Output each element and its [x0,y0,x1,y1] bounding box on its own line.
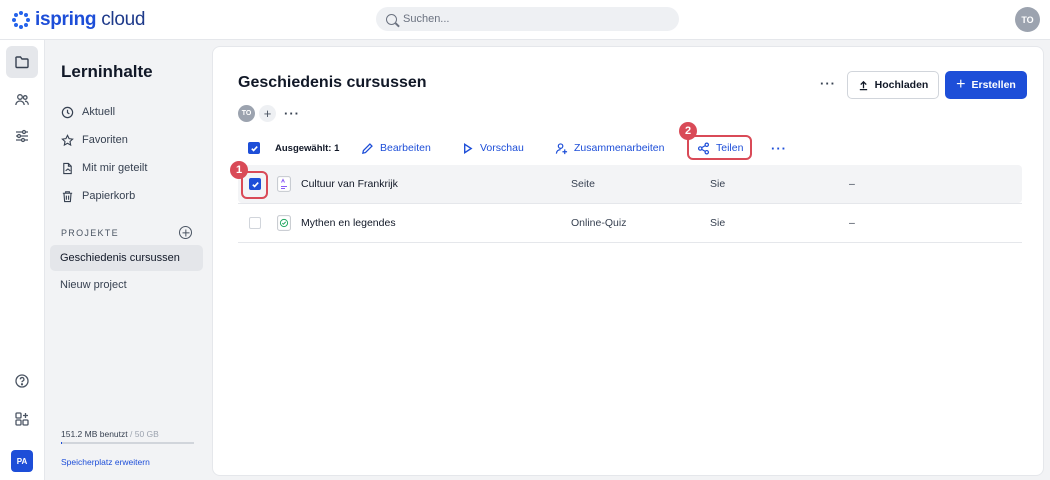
step-2-highlight [687,135,752,160]
row-type: Online-Quiz [571,217,627,229]
shared-file-icon [63,162,72,174]
row-modified: – [849,178,855,190]
projects-header: PROJEKTE [61,226,192,239]
row-name[interactable]: Cultuur van Frankrijk [301,178,398,190]
pencil-icon [362,142,373,154]
preview-button[interactable]: Vorschau [461,135,524,161]
logo-mark-icon [12,11,30,29]
page-title: Geschiedenis cursussen [238,74,427,91]
create-button[interactable]: + Erstellen [945,71,1027,99]
star-icon [61,133,74,146]
project-item-geschiedenis[interactable]: Geschiedenis cursussen [50,245,203,271]
storage-bar [61,442,194,444]
row-owner: Sie [710,217,726,229]
header-more-icon[interactable]: ··· [820,77,836,90]
rail-content-button[interactable] [6,46,38,78]
plus-icon: + [956,76,966,93]
sidebar: Lerninhalte Aktuell Favoriten Mit mir ge… [45,40,212,480]
workspace-avatar[interactable]: PA [11,450,33,472]
sidebar-title: Lerninhalte [61,62,153,81]
member-avatar[interactable]: TO [238,105,255,122]
rail-help-button[interactable] [6,365,38,397]
project-members: TO + ··· [238,105,300,122]
select-all-checkbox[interactable] [248,135,260,161]
sidebar-nav: Aktuell Favoriten Mit mir geteilt Papier… [61,98,201,210]
projects-label: PROJEKTE [61,227,119,238]
folder-icon [15,56,29,69]
checkbox-checked-icon [248,142,260,154]
upgrade-storage-link[interactable]: Speicherplatz erweitern [61,457,150,467]
apps-add-icon [15,412,29,426]
users-icon [15,94,29,106]
left-rail: PA [0,40,45,480]
search-input[interactable] [403,13,663,25]
sidebar-item-label: Mit mir geteilt [82,162,148,174]
sliders-icon [16,129,28,143]
step-2-badge: 2 [679,122,697,140]
toolbar-more-icon[interactable]: ··· [771,135,787,161]
upload-icon [859,80,867,90]
sidebar-item-favorites[interactable]: Favoriten [61,126,201,154]
page-file-icon [277,176,291,192]
edit-button[interactable]: Bearbeiten [361,135,431,161]
rail-users-button[interactable] [6,84,38,116]
row-divider [238,242,1022,243]
rail-apps-button[interactable] [6,403,38,435]
selected-count: Ausgewählt: 1 [275,142,340,154]
content-panel: Geschiedenis cursussen TO + ··· ··· Hoch… [212,46,1044,476]
help-icon [15,374,29,388]
logo-text: ispring cloud [35,9,146,30]
sidebar-item-label: Papierkorb [82,190,136,202]
sidebar-item-label: Aktuell [82,106,116,118]
row-modified: – [849,217,855,229]
collaborate-button[interactable]: Zusammenarbeiten [555,135,664,161]
row-type: Seite [571,178,595,190]
search-icon [386,13,397,25]
storage-usage: 151.2 MB benutzt / 50 GB [61,429,159,439]
sidebar-item-trash[interactable]: Papierkorb [61,182,201,210]
clock-icon [61,106,74,118]
user-avatar[interactable]: TO [1015,7,1040,32]
row-checkbox[interactable] [249,217,261,229]
storage-bar-fill [61,442,62,444]
ispring-logo[interactable]: ispring cloud [12,9,145,31]
upload-button[interactable]: Hochladen [847,71,939,99]
play-icon [464,142,473,154]
add-person-icon [555,142,568,154]
project-item-nieuw[interactable]: Nieuw project [50,272,203,298]
quiz-file-icon [277,215,291,231]
sidebar-item-recent[interactable]: Aktuell [61,98,201,126]
add-project-icon[interactable] [179,226,192,239]
sidebar-item-label: Favoriten [82,134,128,146]
row-name[interactable]: Mythen en legendes [301,217,396,229]
step-1-badge: 1 [230,161,248,179]
search-box[interactable] [376,7,679,31]
table-row[interactable]: Mythen en legendes Online-Quiz Sie – [238,204,1022,242]
top-bar: ispring cloud TO [0,0,1050,40]
rail-settings-button[interactable] [6,120,38,152]
members-more-icon[interactable]: ··· [284,107,300,120]
sidebar-item-shared[interactable]: Mit mir geteilt [61,154,201,182]
row-owner: Sie [710,178,726,190]
table-row[interactable]: Cultuur van Frankrijk Seite Sie – [238,165,1022,203]
add-member-icon[interactable]: + [259,105,276,122]
trash-icon [62,190,73,202]
